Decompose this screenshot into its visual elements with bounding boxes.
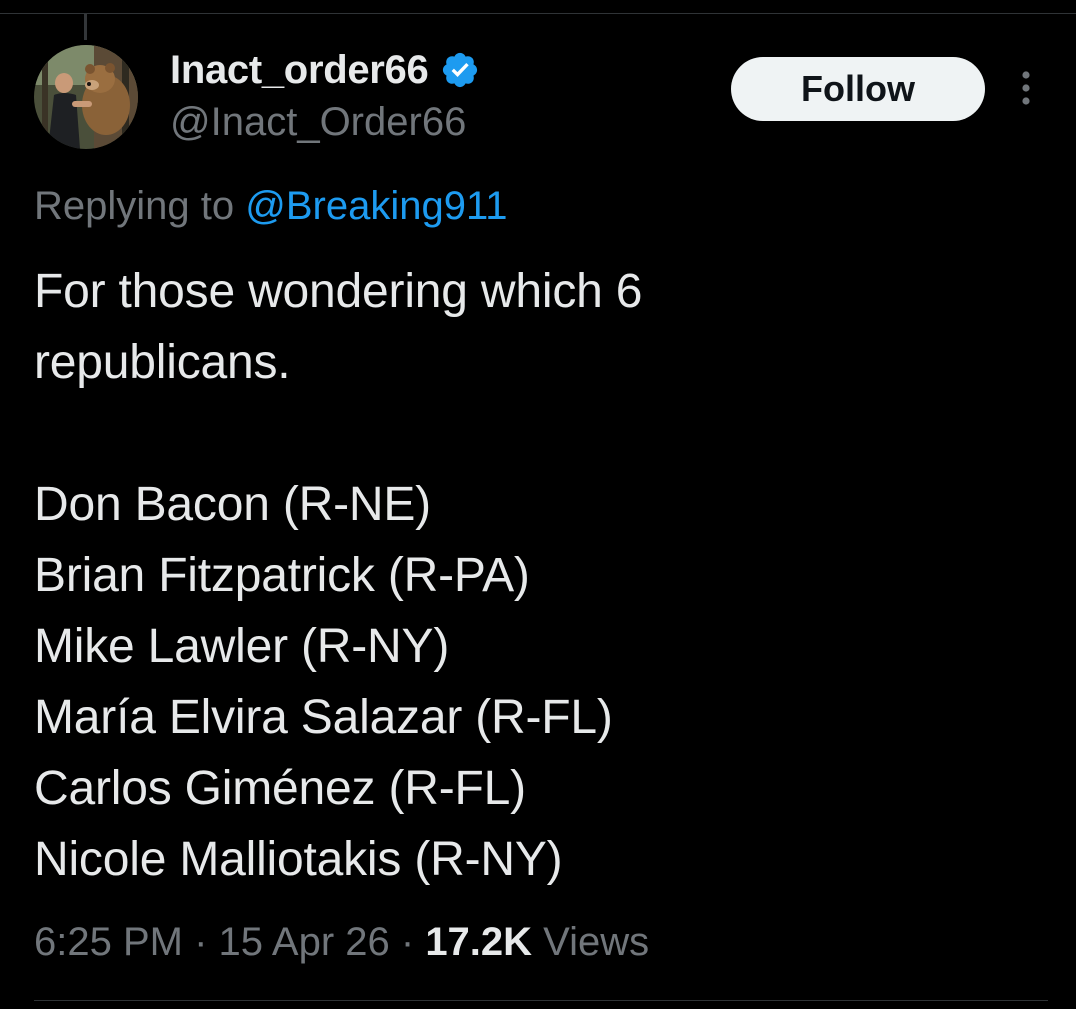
tweet-date[interactable]: 15 Apr 26 — [219, 920, 390, 964]
replying-to-label: Replying to — [34, 184, 246, 228]
reply-to-handle-link[interactable]: @Breaking911 — [245, 184, 507, 228]
more-vertical-dots-icon[interactable] — [1010, 66, 1042, 112]
tweet-line: Mike Lawler (R-NY) — [34, 620, 450, 673]
bottom-divider — [34, 1000, 1048, 1001]
author-display-name[interactable]: Inact_order66 — [170, 44, 429, 96]
tweet-line: republicans. — [34, 336, 291, 389]
tweet-time[interactable]: 6:25 PM — [34, 920, 183, 964]
top-divider — [0, 13, 1076, 14]
meta-separator: · — [182, 920, 219, 964]
tweet-line: Nicole Malliotakis (R-NY) — [34, 833, 563, 886]
verified-badge-icon[interactable] — [440, 50, 480, 90]
views-label: Views — [532, 920, 650, 964]
display-name-row: Inact_order66 — [170, 44, 480, 96]
tweet-meta: 6:25 PM · 15 Apr 26 · 17.2K Views — [34, 914, 649, 970]
tweet-line: For those wondering which 6 — [34, 265, 643, 318]
avatar[interactable] — [34, 45, 138, 149]
views-count: 17.2K — [425, 920, 533, 964]
author-info: Inact_order66 @Inact_Order66 — [170, 44, 480, 148]
thread-connector-line — [84, 14, 87, 40]
tweet-text: For those wondering which 6 republicans.… — [34, 256, 1034, 895]
tweet-line: Don Bacon (R-NE) — [34, 478, 431, 531]
avatar-image — [34, 45, 138, 149]
meta-separator: · — [389, 920, 426, 964]
tweet-line: Brian Fitzpatrick (R-PA) — [34, 549, 530, 602]
author-handle[interactable]: @Inact_Order66 — [170, 96, 480, 148]
tweet-line: Carlos Giménez (R-FL) — [34, 762, 526, 815]
replying-to-line: Replying to @Breaking911 — [34, 180, 507, 232]
follow-button[interactable]: Follow — [731, 57, 985, 121]
tweet-line: María Elvira Salazar (R-FL) — [34, 691, 613, 744]
